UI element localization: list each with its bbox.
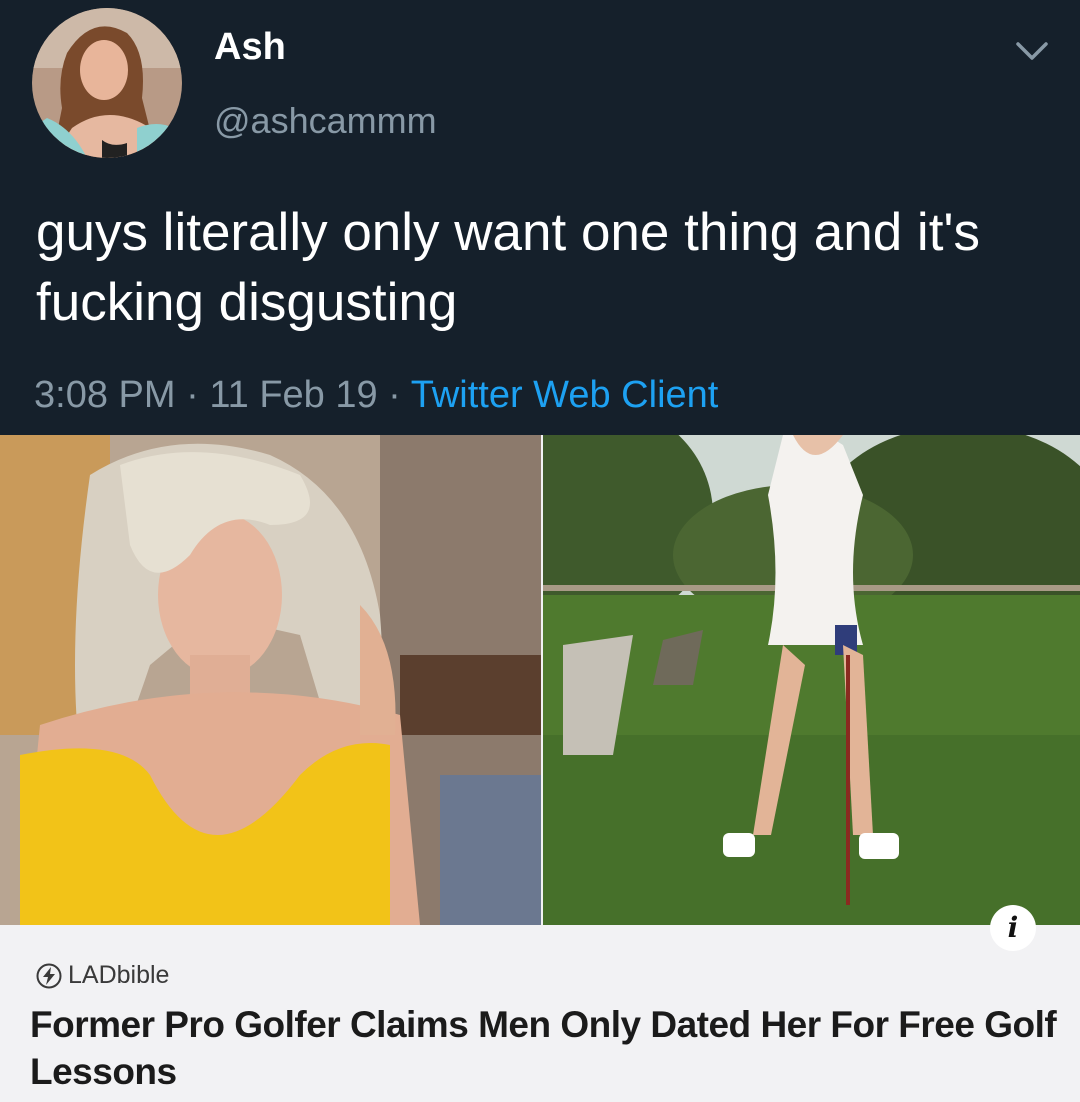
info-icon[interactable]: i [990, 905, 1036, 951]
tweet-meta: 3:08 PM · 11 Feb 19 · Twitter Web Client [34, 374, 718, 417]
link-card[interactable]: i LADbible Former Pro Golfer Claims Men … [0, 435, 1080, 1102]
meta-separator: · [377, 374, 411, 416]
card-source-name: LADbible [68, 961, 170, 989]
user-handle[interactable]: @ashcammm [214, 100, 437, 142]
display-name[interactable]: Ash [214, 26, 286, 69]
card-image-left [0, 435, 541, 925]
card-headline[interactable]: Former Pro Golfer Claims Men Only Dated … [30, 1001, 1070, 1095]
tweet-date[interactable]: 11 Feb 19 [209, 374, 377, 416]
chevron-down-icon[interactable] [1012, 30, 1052, 70]
selfie-photo [0, 435, 541, 925]
tweet-time[interactable]: 3:08 PM [34, 374, 176, 416]
card-source: LADbible [36, 961, 169, 990]
tweet: Ash @ashcammm guys literally only want o… [0, 0, 1080, 435]
avatar[interactable] [32, 8, 182, 158]
lightning-bolt-icon [36, 963, 62, 988]
meta-separator: · [175, 374, 210, 416]
card-image-right [543, 435, 1080, 925]
tweet-text: guys literally only want one thing and i… [36, 203, 981, 332]
tweet-source-link[interactable]: Twitter Web Client [411, 374, 719, 416]
avatar-photo [32, 8, 182, 158]
golf-photo [543, 435, 1080, 925]
